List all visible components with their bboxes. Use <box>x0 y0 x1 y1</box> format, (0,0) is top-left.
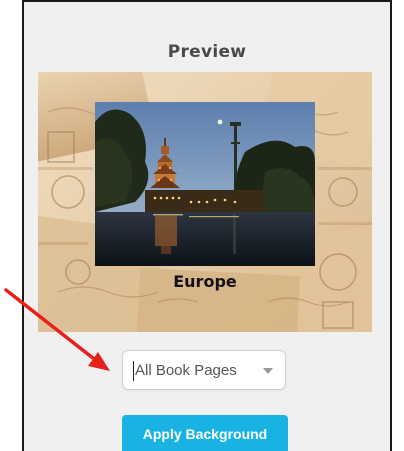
apply-scope-select[interactable]: All Book Pages <box>122 350 286 390</box>
preview-card: Europe <box>38 72 372 332</box>
screenshot-stage: Preview Europe All Book Pages Apply Back… <box>0 0 404 451</box>
photo-scene-image <box>95 102 315 266</box>
apply-scope-selected-value: All Book Pages <box>135 362 237 379</box>
photo-caption: Europe <box>173 272 237 291</box>
background-panel: Preview Europe All Book Pages Apply Back… <box>22 0 392 451</box>
preview-title: Preview <box>167 42 247 62</box>
chevron-down-icon <box>263 368 273 374</box>
text-cursor <box>133 361 134 381</box>
preview-photo <box>95 102 315 266</box>
apply-background-button[interactable]: Apply Background <box>122 415 288 451</box>
